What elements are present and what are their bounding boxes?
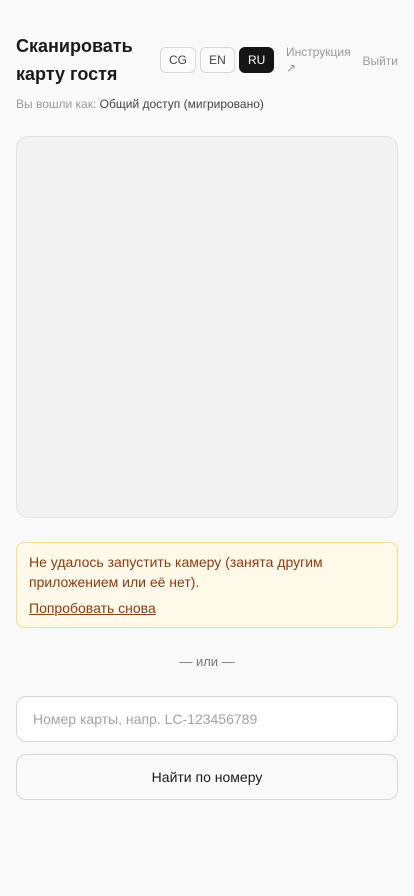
language-switcher: CG EN RU	[160, 47, 275, 73]
alert-message: Не удалось запустить камеру (занята друг…	[29, 554, 323, 590]
lang-button-en[interactable]: EN	[200, 47, 235, 73]
lang-button-ru[interactable]: RU	[239, 47, 275, 73]
instructions-link[interactable]: Инструкция ↗	[286, 44, 358, 76]
camera-error-alert: Не удалось запустить камеру (занята друг…	[16, 542, 398, 628]
camera-viewport	[16, 136, 398, 518]
login-info: Вы вошли как: Общий доступ (мигрировано)	[16, 96, 264, 112]
page-title: Сканировать карту гостя	[16, 36, 133, 84]
or-divider: — или —	[179, 654, 235, 669]
retry-link[interactable]: Попробовать снова	[29, 599, 156, 617]
lang-button-cg[interactable]: CG	[160, 47, 196, 73]
login-account: Общий доступ (мигрировано)	[99, 97, 264, 111]
logout-link[interactable]: Выйти	[362, 53, 398, 69]
scan-guest-card-page: Сканировать карту гостя CG EN RU Инструк…	[0, 0, 414, 896]
header: Сканировать карту гостя CG EN RU Инструк…	[16, 32, 398, 90]
card-number-input[interactable]	[16, 696, 398, 742]
login-prefix: Вы вошли как:	[16, 97, 97, 111]
find-by-number-button[interactable]: Найти по номеру	[16, 754, 398, 800]
